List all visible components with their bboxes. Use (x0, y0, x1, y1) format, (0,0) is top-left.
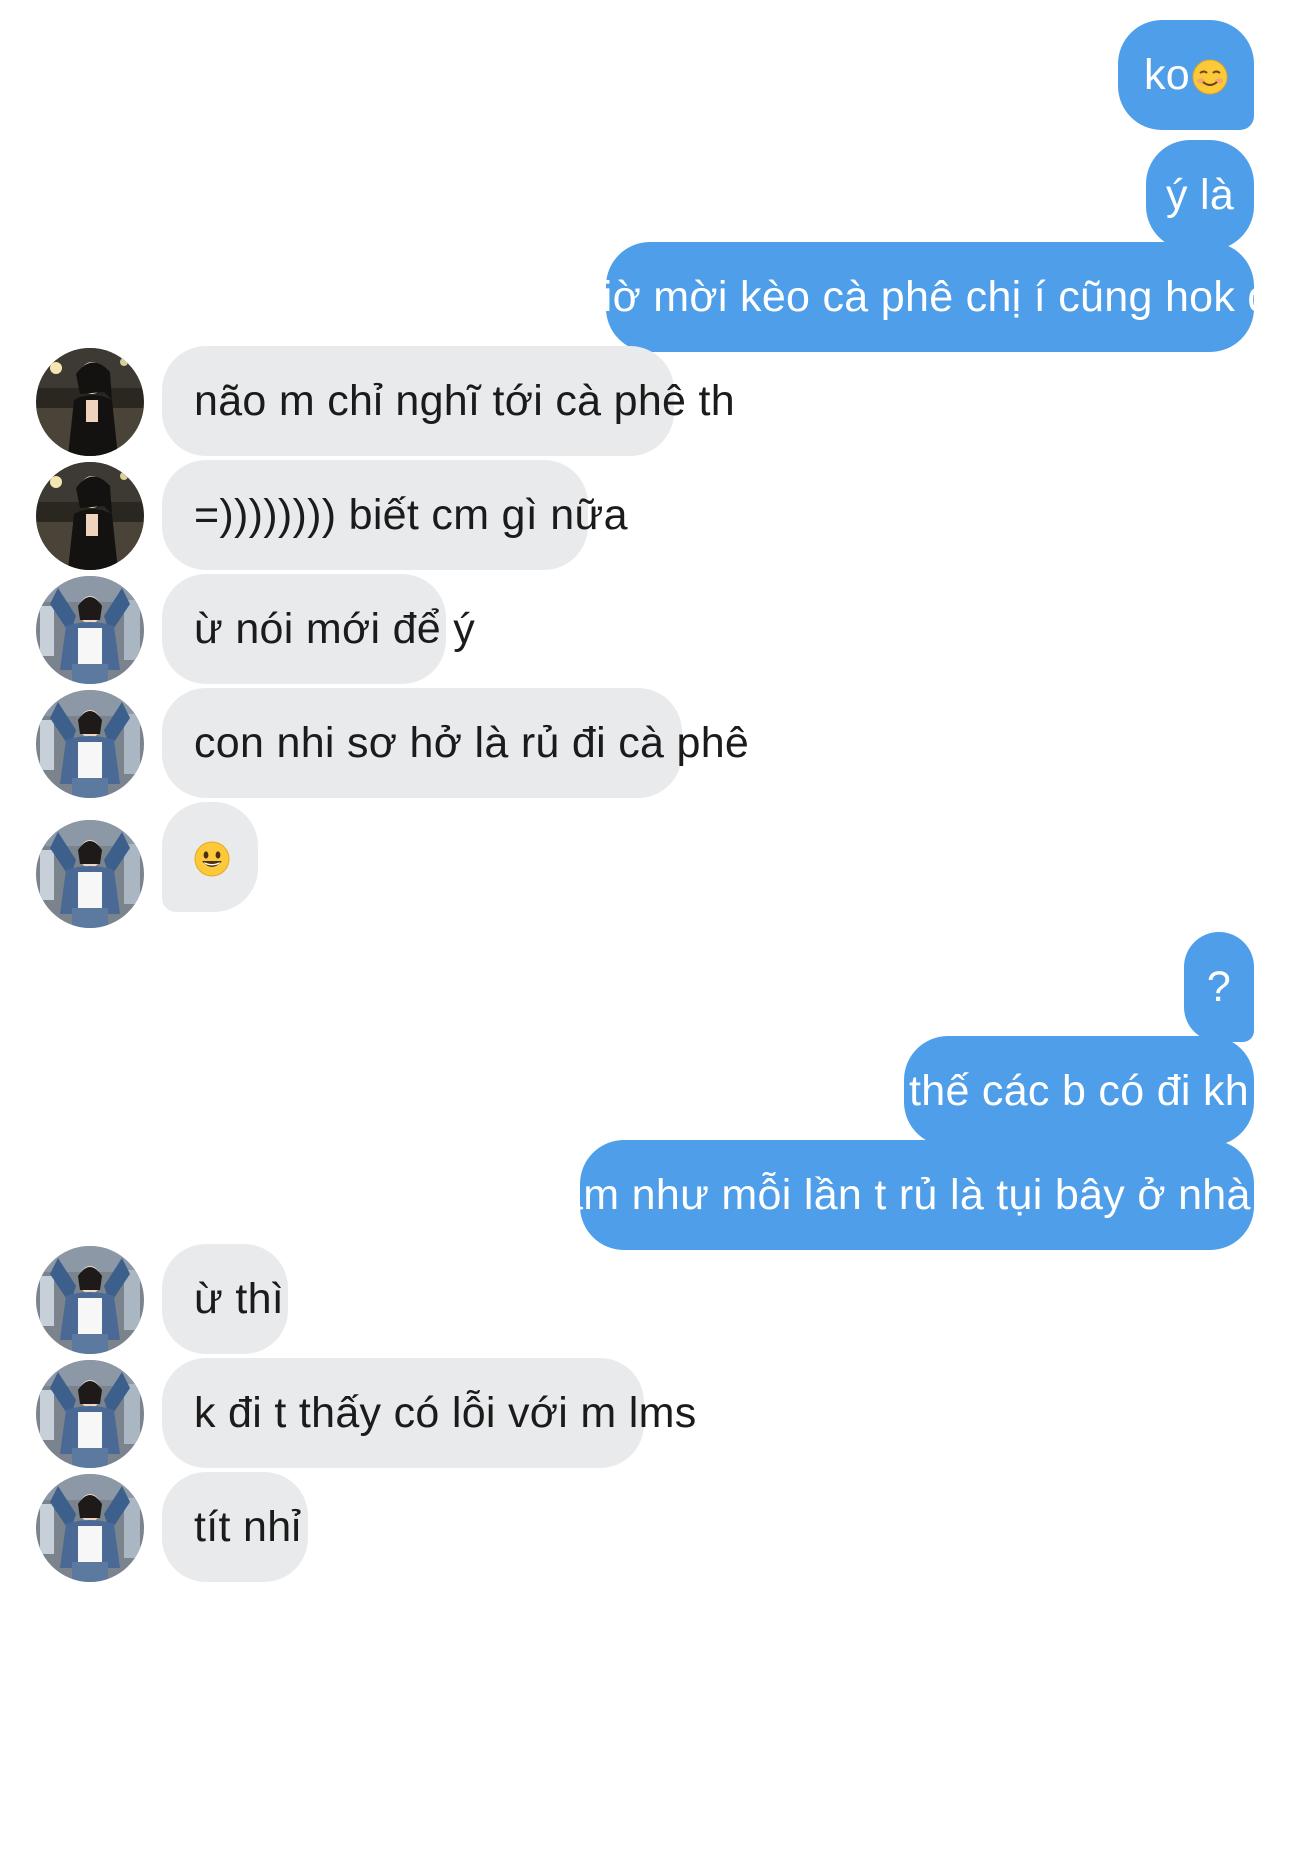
avatar[interactable] (36, 1246, 144, 1354)
message-text: =)))))))) biết cm gì nữa (194, 490, 628, 539)
incoming-message-bubble[interactable]: =)))))))) biết cm gì nữa (162, 460, 627, 570)
incoming-message-bubble[interactable]: ừ thì (162, 1244, 288, 1354)
incoming-message-bubble[interactable]: tít nhỉ (162, 1472, 308, 1582)
message-text: làm như mỗi lần t rủ là tụi bây ở nhà v (549, 1170, 1285, 1219)
message-text: ? (1206, 962, 1232, 1011)
avatar[interactable] (36, 348, 144, 456)
avatar[interactable] (36, 462, 144, 570)
outgoing-message-bubble[interactable]: thế các b có đi kh (904, 1036, 1254, 1146)
message-text: não m chỉ nghĩ tới cà phê th (194, 376, 735, 425)
avatar[interactable] (36, 690, 144, 798)
message-text: thế các b có đi kh (908, 1066, 1250, 1115)
avatar[interactable] (36, 1360, 144, 1468)
message-text: ko (1144, 50, 1191, 99)
message-text: ừ nói mới để ý (194, 604, 476, 653)
outgoing-message-bubble[interactable]: ? (1184, 932, 1254, 1042)
incoming-message-bubble[interactable]: não m chỉ nghĩ tới cà phê th (162, 346, 735, 456)
grinning-face-icon (194, 839, 230, 877)
message-text: ý là (1165, 170, 1235, 219)
message-text: ừ thì (194, 1274, 285, 1323)
chat-thread: ko ý là giờ mời kèo cà phê chị í cũng ho… (0, 0, 1290, 1858)
avatar[interactable] (36, 576, 144, 684)
outgoing-message-bubble[interactable]: ý là (1146, 140, 1254, 250)
message-text: con nhi sơ hở là rủ đi cà phê (194, 718, 750, 767)
incoming-message-bubble[interactable]: k đi t thấy có lỗi với m lms (162, 1358, 696, 1468)
outgoing-message-bubble[interactable]: làm như mỗi lần t rủ là tụi bây ở nhà v (549, 1140, 1284, 1250)
outgoing-message-bubble[interactable]: giờ mời kèo cà phê chị í cũng hok đi (579, 242, 1281, 352)
message-text: tít nhỉ (194, 1502, 302, 1551)
incoming-message-bubble[interactable] (162, 802, 258, 912)
message-text: giờ mời kèo cà phê chị í cũng hok đi (578, 272, 1282, 321)
message-text: k đi t thấy có lỗi với m lms (194, 1388, 697, 1437)
outgoing-message-bubble[interactable]: ko (1118, 20, 1254, 130)
incoming-message-bubble[interactable]: ừ nói mới để ý (162, 574, 475, 684)
incoming-message-bubble[interactable]: con nhi sơ hở là rủ đi cà phê (162, 688, 749, 798)
avatar[interactable] (36, 820, 144, 928)
smiling-face-icon (1192, 57, 1228, 95)
avatar[interactable] (36, 1474, 144, 1582)
